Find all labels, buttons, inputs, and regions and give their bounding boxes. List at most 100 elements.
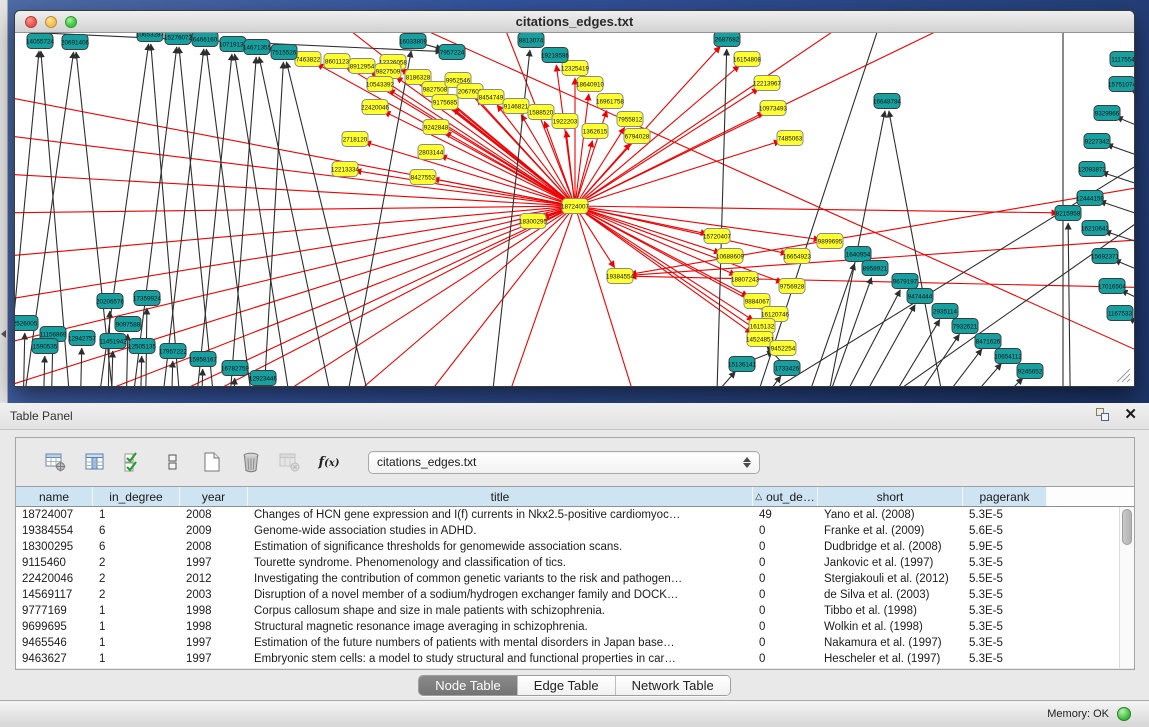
table-cell[interactable]: 2 (93, 557, 180, 569)
table-cell[interactable]: 0 (753, 589, 818, 601)
table-cell[interactable]: 1 (93, 509, 180, 521)
graph-node[interactable]: 8958921 (862, 261, 888, 276)
graph-node[interactable]: 1733426 (774, 361, 800, 376)
resize-grip-icon[interactable] (1117, 369, 1130, 382)
table-cell[interactable]: 1997 (180, 637, 248, 649)
table-cell[interactable]: 5.5E-5 (963, 573, 1047, 585)
graph-node[interactable]: 7485063 (777, 131, 803, 146)
graph-node[interactable]: 2687682 (714, 33, 740, 47)
column-header-pagerank[interactable]: pagerank (963, 487, 1047, 506)
graph-node[interactable]: 17957222 (159, 344, 188, 359)
table-settings-button[interactable] (42, 448, 70, 476)
column-header-short[interactable]: short (818, 487, 963, 506)
graph-node[interactable]: 16154808 (733, 52, 762, 67)
graph-node[interactable]: 12213967 (753, 76, 782, 91)
graph-node[interactable]: 1167533 (1107, 306, 1133, 321)
table-cell[interactable]: 1 (93, 605, 180, 617)
table-cell[interactable]: Wolkin et al. (1998) (818, 621, 963, 633)
graph-node[interactable]: 8912954 (349, 59, 375, 74)
graph-node[interactable]: 18300295 (519, 214, 548, 229)
table-body[interactable]: 1872400712008Changes of HCN gene express… (16, 507, 1134, 668)
table-cell[interactable]: 5.3E-5 (963, 589, 1047, 601)
graph-node[interactable]: 8215958 (1055, 206, 1081, 221)
table-cell[interactable]: 2008 (180, 509, 248, 521)
table-cell[interactable]: 2 (93, 573, 180, 585)
table-cell[interactable]: Dudbridge et al. (2008) (818, 541, 963, 553)
table-row[interactable]: 1830029562008Estimation of significance … (16, 539, 1134, 555)
tab-network-table[interactable]: Network Table (616, 676, 730, 695)
table-cell[interactable]: Stergiakouli et al. (2012) (818, 573, 963, 585)
table-row[interactable]: 946362711997Embryonic stem cells: a mode… (16, 651, 1134, 667)
table-cell[interactable]: 2008 (180, 541, 248, 553)
graph-node[interactable]: 12213334 (331, 162, 360, 177)
table-cell[interactable]: Embryonic stem cells: a model to study s… (248, 653, 753, 665)
table-cell[interactable]: 14569117 (16, 589, 93, 601)
new-table-button[interactable] (198, 448, 226, 476)
table-cell[interactable]: 0 (753, 541, 818, 553)
graph-node[interactable]: 9175685 (432, 95, 458, 110)
graph-node[interactable]: 1362615 (582, 124, 608, 139)
table-cell[interactable]: 2009 (180, 525, 248, 537)
table-cell[interactable]: 5.3E-5 (963, 557, 1047, 569)
select-columns-button[interactable] (120, 448, 148, 476)
graph-node[interactable]: 10543392 (366, 77, 395, 92)
network-graph[interactable]: 1872400786011238912954122260589827509818… (15, 33, 1134, 386)
graph-node[interactable]: 8427552 (410, 170, 436, 185)
table-cell[interactable]: 5.3E-5 (963, 621, 1047, 633)
graph-node[interactable]: 6794028 (624, 129, 650, 144)
graph-node[interactable]: 16961758 (596, 94, 625, 109)
graph-node[interactable]: 18640910 (576, 77, 605, 92)
graph-node[interactable]: 9227342 (1084, 134, 1110, 149)
table-cell[interactable]: 9463627 (16, 653, 93, 665)
table-cell[interactable]: 49 (753, 509, 818, 521)
graph-node[interactable]: 1640954 (845, 247, 871, 262)
graph-node[interactable]: 10688609 (716, 249, 745, 264)
graph-node[interactable]: 7957224 (439, 45, 465, 60)
table-cell[interactable]: 1997 (180, 653, 248, 665)
table-cell[interactable]: 5.3E-5 (963, 637, 1047, 649)
graph-node[interactable]: 15720407 (703, 229, 732, 244)
graph-node[interactable]: 1590535 (32, 339, 58, 354)
graph-node[interactable]: 9329966 (1094, 106, 1120, 121)
graph-node[interactable]: 14055724 (26, 34, 55, 49)
show-columns-button[interactable] (81, 448, 109, 476)
graph-node[interactable]: 7515526 (271, 45, 297, 60)
graph-node[interactable]: 7955812 (617, 112, 643, 127)
column-header-name[interactable]: name (16, 487, 93, 506)
table-cell[interactable]: Yano et al. (2008) (818, 509, 963, 521)
table-cell[interactable]: 1998 (180, 621, 248, 633)
table-cell[interactable]: 1997 (180, 557, 248, 569)
table-cell[interactable]: Franke et al. (2009) (818, 525, 963, 537)
tab-edge-table[interactable]: Edge Table (518, 676, 616, 695)
table-cell[interactable]: 9465546 (16, 637, 93, 649)
graph-node[interactable]: 20206576 (96, 294, 125, 309)
graph-node[interactable]: 16654923 (783, 249, 812, 264)
table-row[interactable]: 1872400712008Changes of HCN gene express… (16, 507, 1134, 523)
graph-node[interactable]: 9242848 (423, 120, 449, 135)
table-cell[interactable]: Estimation of significance thresholds fo… (248, 541, 753, 553)
table-cell[interactable]: 5.3E-5 (963, 509, 1047, 521)
graph-node[interactable]: 8471626 (975, 334, 1001, 349)
graph-node[interactable]: 8813074 (518, 33, 544, 48)
table-cell[interactable]: 9699695 (16, 621, 93, 633)
window-titlebar[interactable]: citations_edges.txt (15, 11, 1134, 33)
table-cell[interactable]: 1 (93, 621, 180, 633)
graph-node[interactable]: 12444159 (1076, 191, 1105, 206)
table-cell[interactable]: 0 (753, 605, 818, 617)
table-cell[interactable]: Disruption of a novel member of a sodium… (248, 589, 753, 601)
table-row[interactable]: 969969511998Structural magnetic resonanc… (16, 619, 1134, 635)
graph-node[interactable]: 8454749 (478, 90, 504, 105)
graph-node[interactable]: 18807243 (731, 272, 760, 287)
table-cell[interactable]: 0 (753, 525, 818, 537)
table-cell[interactable]: Tibbo et al. (1998) (818, 605, 963, 617)
graph-node[interactable]: 2718120 (342, 132, 368, 147)
graph-node[interactable]: 12093872 (1078, 162, 1107, 177)
graph-node[interactable]: 16210643 (1081, 221, 1110, 236)
table-cell[interactable]: 9777169 (16, 605, 93, 617)
table-cell[interactable]: Nakamura et al. (1997) (818, 637, 963, 649)
graph-node[interactable]: 9899695 (817, 234, 843, 249)
table-cell[interactable]: Estimation of the future numbers of pati… (248, 637, 753, 649)
graph-node[interactable]: 7463822 (295, 52, 321, 67)
table-row[interactable]: 2242004622012Investigating the contribut… (16, 571, 1134, 587)
graph-node[interactable]: 22420046 (361, 100, 390, 115)
